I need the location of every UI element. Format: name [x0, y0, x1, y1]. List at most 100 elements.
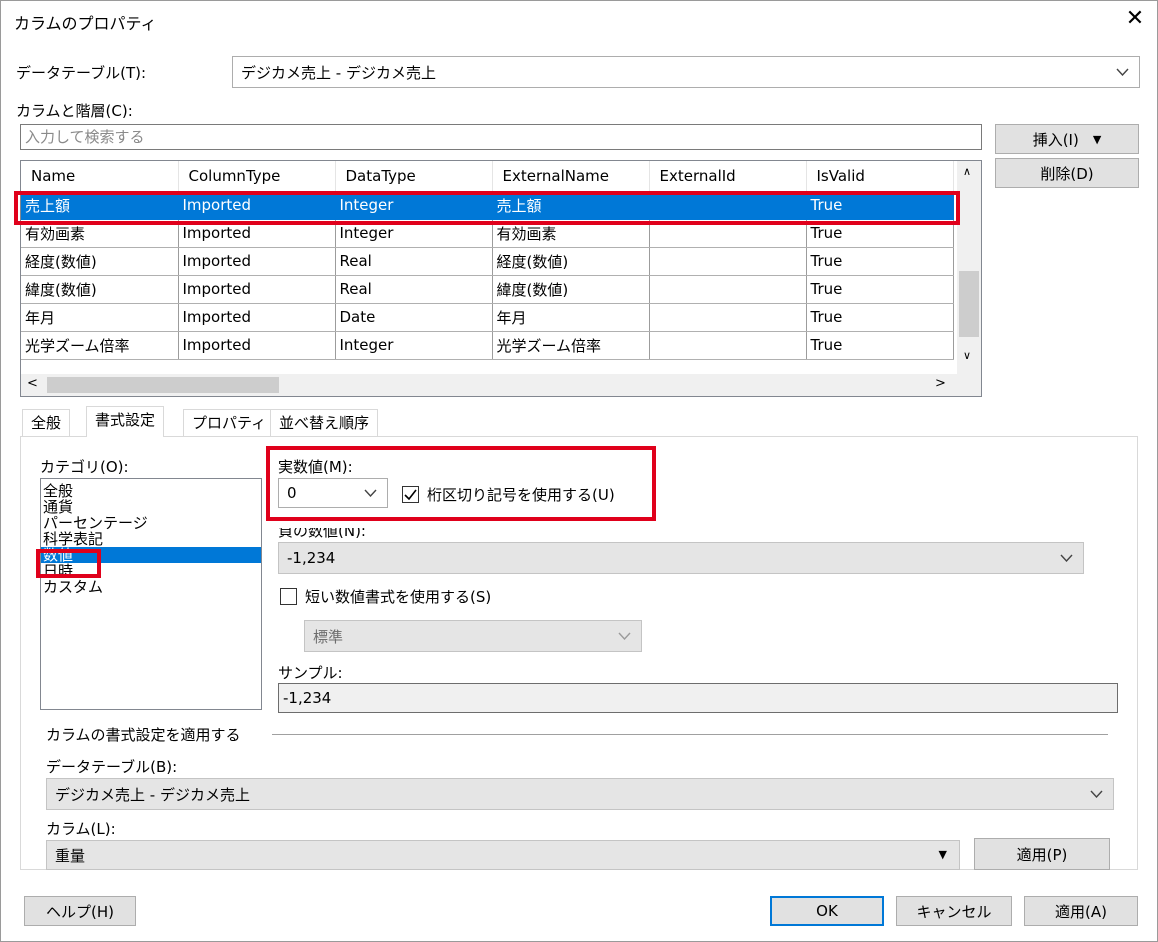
- tab-properties[interactable]: プロパティ: [183, 409, 276, 437]
- scroll-right-icon[interactable]: >: [935, 376, 946, 391]
- chevron-down-icon: [618, 632, 631, 640]
- table-cell: 年月: [492, 303, 650, 332]
- table-cell: Imported: [178, 191, 336, 220]
- table-cell: Imported: [178, 275, 336, 304]
- apply-datatable-label: データテーブル(B):: [46, 758, 178, 776]
- decimals-label: 実数値(M):: [278, 458, 353, 476]
- table-cell: 有効画素: [21, 219, 179, 248]
- table-cell: True: [806, 247, 954, 276]
- sample-field: -1,234: [278, 683, 1118, 713]
- caret-down-icon: ▼: [1092, 132, 1102, 146]
- table-cell: True: [806, 191, 954, 220]
- delete-button[interactable]: 削除(D): [995, 158, 1139, 188]
- column-header[interactable]: ColumnType: [178, 161, 336, 192]
- columns-grid[interactable]: Name ColumnType DataType ExternalName Ex…: [20, 160, 982, 397]
- list-item[interactable]: 全般: [41, 483, 261, 499]
- table-row[interactable]: 緯度(数値) Imported Real 緯度(数値) True: [21, 275, 954, 304]
- use-separator-checkbox[interactable]: 桁区切り記号を使用する(U): [402, 484, 615, 505]
- scroll-thumb[interactable]: [959, 271, 979, 337]
- table-cell: 光学ズーム倍率: [492, 331, 650, 360]
- apply-format-heading: カラムの書式設定を適用する: [46, 726, 241, 744]
- columns-table: Name ColumnType DataType ExternalName Ex…: [21, 161, 954, 360]
- dialog-title: カラムのプロパティ: [14, 14, 157, 33]
- table-cell: 売上額: [21, 191, 179, 220]
- table-cell: Imported: [178, 331, 336, 360]
- table-cell: Imported: [178, 303, 336, 332]
- insert-button-label: 挿入(I): [1032, 130, 1079, 149]
- table-cell: Real: [335, 247, 493, 276]
- table-cell: [649, 331, 807, 360]
- table-header-row: Name ColumnType DataType ExternalName Ex…: [21, 161, 954, 192]
- table-row[interactable]: 有効画素 Imported Integer 有効画素 True: [21, 219, 954, 248]
- table-cell: Imported: [178, 219, 336, 248]
- table-cell: [649, 219, 807, 248]
- table-row[interactable]: 売上額 Imported Integer 売上額 True: [21, 191, 954, 220]
- chevron-down-icon: [1116, 68, 1129, 76]
- table-cell: 光学ズーム倍率: [21, 331, 179, 360]
- horizontal-scrollbar[interactable]: < >: [21, 374, 981, 396]
- list-item[interactable]: 科学表記: [41, 531, 261, 547]
- column-header[interactable]: ExternalId: [649, 161, 807, 192]
- table-cell: [649, 247, 807, 276]
- list-item[interactable]: 数値: [41, 547, 261, 563]
- short-format-label: 短い数値書式を使用する(S): [305, 588, 492, 606]
- scroll-left-icon[interactable]: <: [27, 376, 38, 391]
- scroll-thumb[interactable]: [47, 377, 279, 393]
- negative-format-combo[interactable]: -1,234: [278, 542, 1084, 574]
- apply-column-combo[interactable]: 重量 ▼: [46, 840, 960, 870]
- columns-label: カラムと階層(C):: [16, 102, 133, 120]
- tab-sort-order[interactable]: 並べ替え順序: [270, 409, 379, 437]
- table-cell: 経度(数値): [21, 247, 179, 276]
- list-item[interactable]: カスタム: [41, 579, 261, 595]
- decimals-value: 0: [287, 484, 297, 502]
- checkbox-unchecked-icon[interactable]: [280, 588, 297, 605]
- column-search-input[interactable]: 入力して検索する: [20, 124, 982, 150]
- insert-button[interactable]: 挿入(I) ▼: [995, 124, 1139, 154]
- category-listbox[interactable]: 全般 通貨 パーセンテージ 科学表記 数値 日時 カスタム: [40, 478, 262, 710]
- chevron-down-icon: [364, 489, 377, 497]
- column-header[interactable]: DataType: [335, 161, 493, 192]
- table-cell: 緯度(数値): [492, 275, 650, 304]
- chevron-down-icon: [1090, 790, 1103, 798]
- table-cell: 経度(数値): [492, 247, 650, 276]
- table-cell: True: [806, 303, 954, 332]
- table-cell: Imported: [178, 247, 336, 276]
- datatable-combo[interactable]: デジカメ売上 - デジカメ売上: [232, 56, 1140, 88]
- help-button[interactable]: ヘルプ(H): [24, 896, 136, 926]
- table-cell: Integer: [335, 219, 493, 248]
- list-item[interactable]: 日時: [41, 563, 261, 579]
- column-header[interactable]: IsValid: [806, 161, 954, 192]
- chevron-down-icon: [1060, 554, 1073, 562]
- apply-datatable-value: デジカメ売上 - デジカメ売上: [55, 785, 250, 804]
- column-header[interactable]: ExternalName: [492, 161, 650, 192]
- negative-value: -1,234: [287, 549, 336, 567]
- table-row[interactable]: 経度(数値) Imported Real 経度(数値) True: [21, 247, 954, 276]
- vertical-scrollbar[interactable]: ∧ ∨: [957, 161, 981, 374]
- decimals-combo[interactable]: 0: [278, 478, 388, 508]
- table-cell: True: [806, 275, 954, 304]
- tab-general[interactable]: 全般: [22, 409, 71, 437]
- checkbox-checked-icon[interactable]: [402, 486, 419, 503]
- apply-column-value: 重量: [55, 846, 86, 865]
- list-item[interactable]: 通貨: [41, 499, 261, 515]
- close-icon[interactable]: ✕: [1120, 4, 1150, 34]
- ok-button[interactable]: OK: [770, 896, 884, 926]
- use-separator-label: 桁区切り記号を使用する(U): [427, 486, 615, 504]
- table-cell: Integer: [335, 191, 493, 220]
- table-row[interactable]: 光学ズーム倍率 Imported Integer 光学ズーム倍率 True: [21, 331, 954, 360]
- table-cell: Date: [335, 303, 493, 332]
- cancel-button[interactable]: キャンセル: [896, 896, 1012, 926]
- tab-format[interactable]: 書式設定: [86, 406, 165, 437]
- short-format-checkbox[interactable]: 短い数値書式を使用する(S): [280, 586, 491, 607]
- apply-button[interactable]: 適用(A): [1024, 896, 1138, 926]
- apply-column-format-button[interactable]: 適用(P): [974, 838, 1110, 870]
- sample-label: サンプル:: [278, 664, 343, 682]
- table-row[interactable]: 年月 Imported Date 年月 True: [21, 303, 954, 332]
- list-item[interactable]: パーセンテージ: [41, 515, 261, 531]
- apply-datatable-combo[interactable]: デジカメ売上 - デジカメ売上: [46, 778, 1114, 810]
- scroll-up-icon[interactable]: ∧: [963, 165, 971, 178]
- scroll-down-icon[interactable]: ∨: [963, 349, 971, 362]
- category-label: カテゴリ(O):: [40, 458, 129, 476]
- caret-down-icon: ▼: [938, 848, 947, 861]
- column-header[interactable]: Name: [21, 161, 179, 192]
